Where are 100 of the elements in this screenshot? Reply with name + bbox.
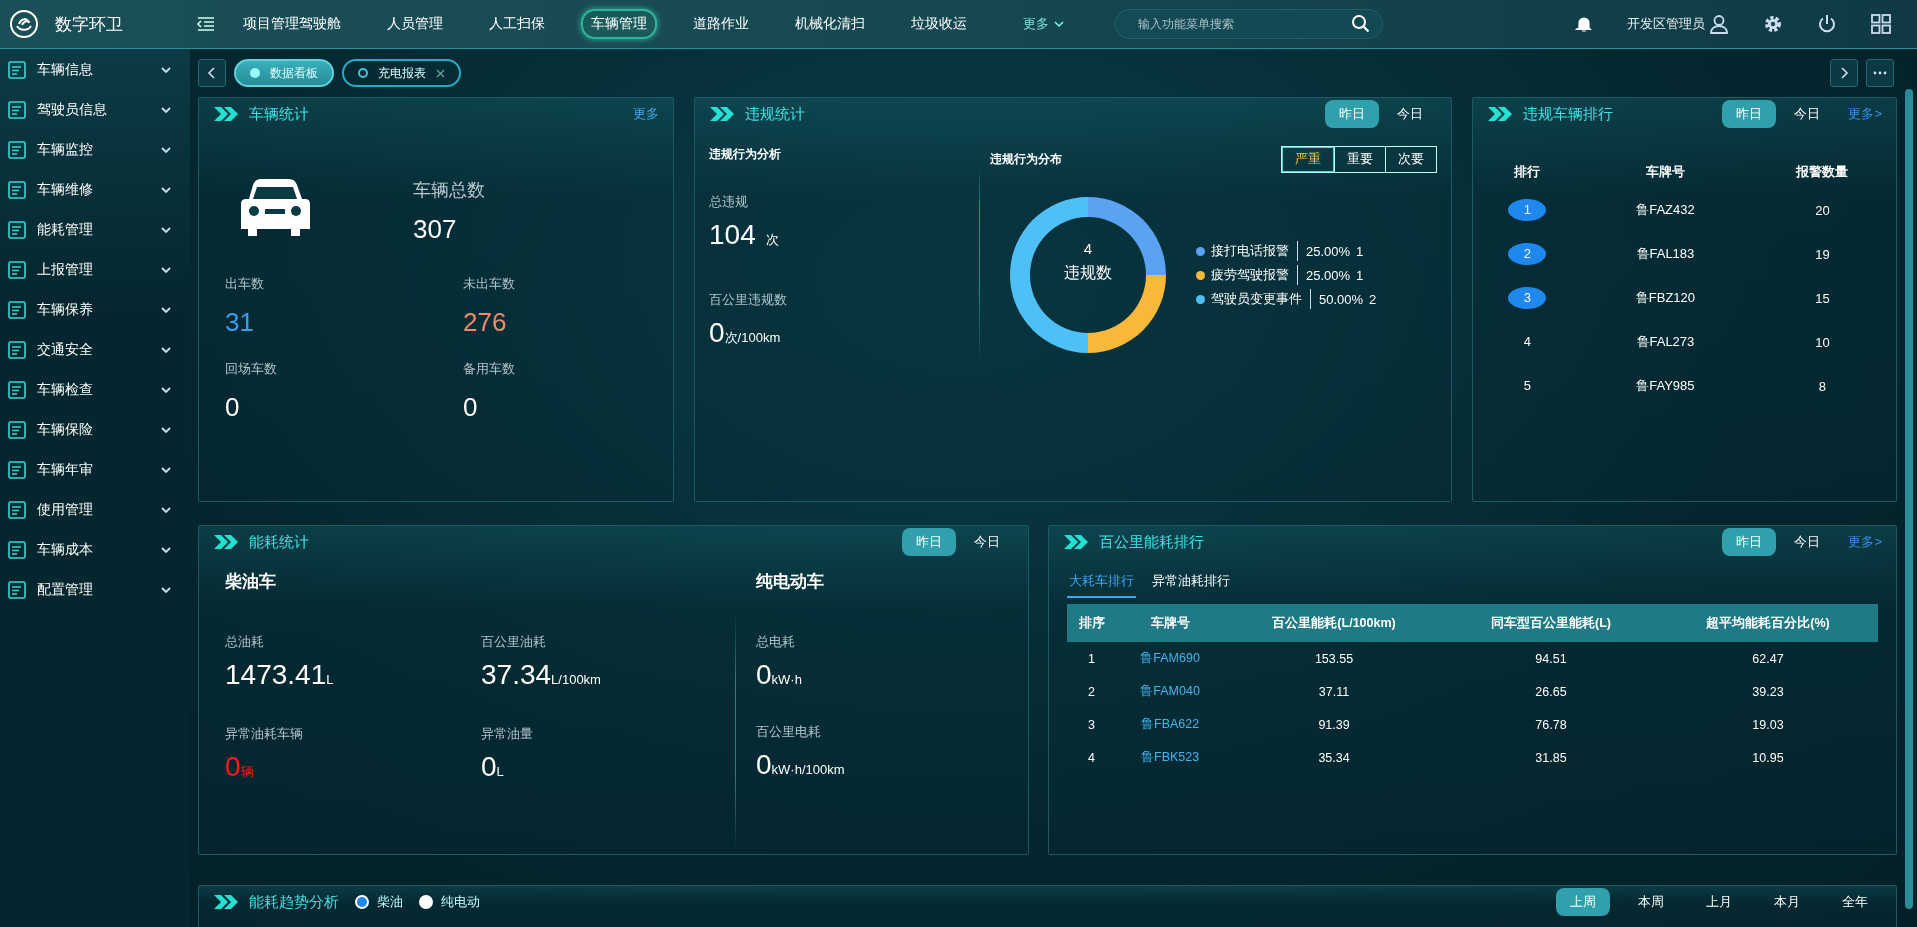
sidebar-item[interactable]: 车辆保养 bbox=[0, 290, 190, 330]
search-icon[interactable] bbox=[1351, 14, 1371, 34]
severity-filter-button[interactable]: 严重 bbox=[1282, 147, 1334, 172]
day-tab[interactable]: 今日 bbox=[960, 528, 1014, 556]
table-cell-text: 10.95 bbox=[1751, 749, 1785, 767]
chevron-down-icon[interactable] bbox=[160, 145, 172, 155]
sidebar-item[interactable]: 配置管理 bbox=[0, 570, 190, 610]
table-cell-text: 鲁FAL183 bbox=[1635, 245, 1696, 263]
nav-tab[interactable]: 人员管理 bbox=[377, 10, 453, 38]
day-tab[interactable]: 今日 bbox=[1780, 100, 1835, 128]
nav-tab[interactable]: 车辆管理 bbox=[581, 9, 657, 39]
sidebar-item[interactable]: 车辆保险 bbox=[0, 410, 190, 450]
chevron-down-icon[interactable] bbox=[160, 505, 172, 515]
radio-label[interactable]: 纯电动 bbox=[441, 893, 480, 911]
column-header: 报警数量 bbox=[1794, 163, 1850, 181]
table-cell-text: 15 bbox=[1814, 289, 1831, 308]
document-icon bbox=[8, 221, 26, 239]
table-cell-text: 91.39 bbox=[1317, 716, 1351, 734]
caret-icon[interactable] bbox=[1053, 19, 1065, 29]
stat-value: 0 bbox=[481, 751, 497, 783]
unit-label: 次 bbox=[765, 231, 779, 249]
stat-value: 0 bbox=[225, 392, 241, 423]
ranking-tab[interactable]: 大耗车排行 bbox=[1067, 568, 1136, 598]
more-link[interactable]: 更多 bbox=[633, 105, 659, 123]
scroll-right-button[interactable] bbox=[1830, 59, 1858, 87]
nav-tab[interactable]: 道路作业 bbox=[683, 10, 759, 38]
day-tab[interactable]: 今日 bbox=[1780, 528, 1835, 556]
chevron-down-icon[interactable] bbox=[160, 65, 172, 75]
nav-tab[interactable]: 项目管理驾驶舱 bbox=[233, 10, 351, 38]
settings-icon[interactable] bbox=[1763, 14, 1783, 34]
grid-icon[interactable] bbox=[1871, 14, 1891, 34]
radio-label[interactable]: 柴油 bbox=[377, 893, 403, 911]
table-cell-text: 鲁FAL273 bbox=[1635, 333, 1696, 351]
chevron-down-icon[interactable] bbox=[160, 585, 172, 595]
sidebar-item[interactable]: 车辆年审 bbox=[0, 450, 190, 490]
more-link[interactable]: 更多> bbox=[1848, 533, 1882, 551]
table-cell-text: 鲁FAZ432 bbox=[1635, 201, 1696, 219]
chevron-down-icon[interactable] bbox=[160, 465, 172, 475]
sidebar-item[interactable]: 车辆维修 bbox=[0, 170, 190, 210]
chevron-down-icon[interactable] bbox=[160, 105, 172, 115]
chevron-down-icon[interactable] bbox=[160, 265, 172, 275]
sidebar-item[interactable]: 使用管理 bbox=[0, 490, 190, 530]
more-link[interactable]: 更多> bbox=[1848, 105, 1882, 123]
sidebar-item[interactable]: 上报管理 bbox=[0, 250, 190, 290]
user-name[interactable]: 开发区管理员 bbox=[1627, 15, 1705, 33]
card-title: 能耗统计 bbox=[249, 532, 309, 552]
chevron-right-icon[interactable] bbox=[1839, 67, 1849, 79]
chevron-left-icon[interactable] bbox=[207, 67, 217, 79]
scrollbar[interactable] bbox=[1905, 89, 1913, 909]
page-tab[interactable]: 充电报表 bbox=[342, 59, 461, 87]
chevron-down-icon[interactable] bbox=[160, 425, 172, 435]
plate-link[interactable]: 鲁FBA622 bbox=[1116, 708, 1225, 741]
bell-icon[interactable] bbox=[1575, 15, 1593, 33]
table-cell-text: 39.23 bbox=[1751, 683, 1785, 701]
sidebar-item[interactable]: 车辆信息 bbox=[0, 50, 190, 90]
sidebar-item[interactable]: 车辆检查 bbox=[0, 370, 190, 410]
double-chevron-icon bbox=[213, 894, 239, 910]
severity-filter-button[interactable]: 次要 bbox=[1385, 147, 1436, 172]
sidebar-item[interactable]: 驾驶员信息 bbox=[0, 90, 190, 130]
radio-button[interactable] bbox=[419, 895, 433, 909]
chevron-down-icon[interactable] bbox=[160, 225, 172, 235]
sidebar-item[interactable]: 车辆成本 bbox=[0, 530, 190, 570]
section-title: 违规行为分析 bbox=[709, 146, 782, 163]
sidebar-item[interactable]: 车辆监控 bbox=[0, 130, 190, 170]
sidebar-item[interactable]: 交通安全 bbox=[0, 330, 190, 370]
more-menu[interactable]: 更多 bbox=[1013, 10, 1075, 38]
user-icon[interactable] bbox=[1709, 14, 1729, 34]
chevron-down-icon[interactable] bbox=[160, 345, 172, 355]
nav-tab[interactable]: 机械化清扫 bbox=[785, 10, 875, 38]
legend-percent: 50.00% bbox=[1319, 291, 1364, 307]
stat-value: 307 bbox=[413, 214, 458, 245]
menu-icon[interactable] bbox=[197, 16, 215, 32]
nav-tab[interactable]: 人工扫保 bbox=[479, 10, 555, 38]
stat-value: 37.34 bbox=[481, 659, 552, 691]
power-icon[interactable] bbox=[1817, 14, 1837, 34]
chevron-down-icon[interactable] bbox=[160, 185, 172, 195]
nav-tab[interactable]: 垃圾收运 bbox=[901, 10, 977, 38]
document-icon bbox=[8, 421, 26, 439]
day-tab[interactable]: 今日 bbox=[1383, 100, 1437, 128]
period-tab[interactable]: 本月 bbox=[1760, 888, 1814, 916]
chevron-down-icon[interactable] bbox=[160, 305, 172, 315]
ellipsis-icon[interactable] bbox=[1873, 71, 1887, 75]
scroll-left-button[interactable] bbox=[198, 59, 226, 87]
stat-label: 百公里油耗 bbox=[481, 633, 547, 651]
chevron-down-icon[interactable] bbox=[160, 385, 172, 395]
plate-link[interactable]: 鲁FAM690 bbox=[1116, 642, 1225, 675]
plate-link[interactable]: 鲁FBK523 bbox=[1116, 741, 1225, 774]
plate-link[interactable]: 鲁FAM040 bbox=[1116, 675, 1225, 708]
severity-filter-button[interactable]: 重要 bbox=[1334, 147, 1385, 172]
sidebar-item[interactable]: 能耗管理 bbox=[0, 210, 190, 250]
close-icon[interactable] bbox=[436, 68, 445, 78]
period-tab[interactable]: 上月 bbox=[1692, 888, 1746, 916]
period-tab[interactable]: 全年 bbox=[1828, 888, 1882, 916]
period-tab[interactable]: 本周 bbox=[1624, 888, 1678, 916]
card-title: 违规车辆排行 bbox=[1523, 104, 1613, 124]
radio-button[interactable] bbox=[355, 895, 369, 909]
ranking-tab[interactable]: 异常油耗排行 bbox=[1150, 568, 1232, 598]
chevron-down-icon[interactable] bbox=[160, 545, 172, 555]
document-icon bbox=[8, 461, 26, 479]
search-field[interactable]: 输入功能菜单搜索 bbox=[1115, 9, 1383, 39]
